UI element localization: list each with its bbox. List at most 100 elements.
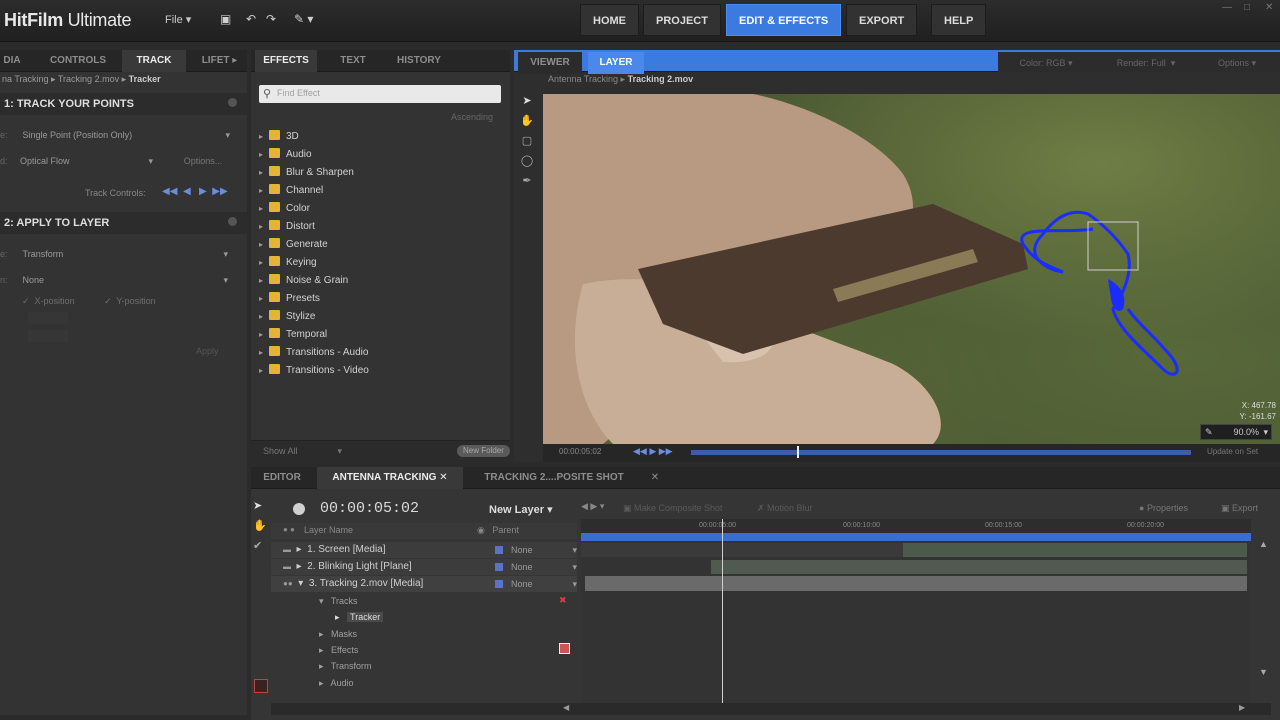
category-generate[interactable]: ▸ Generate	[259, 236, 328, 254]
section-apply-to-layer[interactable]: 2: APPLY TO LAYER	[0, 212, 247, 234]
sort-bar[interactable]: Ascending	[259, 112, 501, 126]
section1-toggle-icon[interactable]	[228, 98, 237, 107]
parent-dropdown[interactable]: None ▾	[495, 560, 585, 574]
visibility-icon[interactable]: ▬	[283, 562, 291, 571]
clip-tracking-mov[interactable]	[585, 576, 1247, 591]
tab-controls[interactable]: CONTROLS	[38, 50, 118, 72]
undo-icon[interactable]: ↶	[246, 12, 256, 26]
tab-close-icon[interactable]: ✕	[645, 467, 665, 489]
timeline-select-icon[interactable]: ➤	[253, 499, 269, 519]
new-layer-dropdown[interactable]: New Layer ▾	[489, 503, 553, 516]
parent-dropdown[interactable]: None ▾	[495, 577, 585, 591]
category-distort[interactable]: ▸ Distort	[259, 218, 315, 236]
visibility-icon[interactable]: ▬	[283, 545, 291, 554]
save-icon[interactable]: ▣	[220, 12, 231, 26]
update-button[interactable]: Update on Set	[1207, 447, 1258, 456]
mask-tool-icon[interactable]: ▢	[518, 134, 536, 154]
category-noise-grain[interactable]: ▸ Noise & Grain	[259, 272, 348, 290]
close-icon[interactable]: ✕	[1265, 2, 1273, 13]
parent-header[interactable]: ◉ Parent	[477, 525, 519, 536]
hand-tool-icon[interactable]: ✋	[518, 114, 536, 134]
pen-tool-icon[interactable]: ✒	[518, 174, 536, 194]
zoom-dropdown[interactable]: ✎ 90.0% ▾	[1200, 424, 1272, 440]
timeline-tracks[interactable]: 00:00:05:00 00:00:10:00 00:00:15:00 00:0…	[581, 519, 1251, 709]
tracker-item[interactable]: ▸ Tracker	[335, 609, 384, 625]
nav-edit-effects[interactable]: EDIT & EFFECTS	[726, 4, 842, 36]
tab-lifetime[interactable]: LIFET ▸	[192, 50, 247, 72]
tracks-group[interactable]: ▾ Tracks	[319, 593, 358, 609]
tab-antenna-tracking[interactable]: ANTENNA TRACKING ✕	[317, 467, 463, 489]
scroll-right-icon[interactable]: ▶	[1239, 703, 1245, 712]
tab-editor[interactable]: EDITOR	[255, 467, 309, 489]
clip-blinking-light[interactable]	[711, 560, 1247, 574]
effects-group[interactable]: ▸ Effects	[319, 642, 358, 658]
track-back-all-icon[interactable]: ◀◀	[162, 186, 177, 197]
track-marker-icon[interactable]: ✖	[559, 595, 567, 606]
visibility-icon[interactable]: ●●	[283, 579, 293, 588]
layer-name-header[interactable]: Layer Name	[304, 525, 353, 535]
tab-layer[interactable]: LAYER	[588, 52, 644, 74]
clip-screen[interactable]	[581, 543, 903, 557]
apply-button[interactable]: Apply	[196, 346, 219, 356]
track-forward-all-icon[interactable]: ▶▶	[212, 186, 227, 197]
track-type-dropdown[interactable]: e: Single Point (Position Only) ▾	[0, 126, 240, 144]
timeline-hand-icon[interactable]: ✋	[253, 519, 269, 539]
effects-search-input[interactable]: ⚲ Find Effect	[259, 85, 501, 103]
track-forward-icon[interactable]: ▶	[199, 186, 207, 197]
tab-effects[interactable]: EFFECTS	[255, 50, 317, 72]
zoom-tool-icon[interactable]: ◯	[518, 154, 536, 174]
method-dropdown[interactable]: d: Optical Flow ▾	[0, 152, 155, 170]
tab-track[interactable]: TRACK	[122, 50, 186, 72]
nav-home[interactable]: HOME	[580, 4, 639, 36]
audio-icon[interactable]	[254, 679, 268, 693]
tab-viewer[interactable]: VIEWER	[518, 52, 582, 74]
properties-button[interactable]: ● Properties	[1139, 503, 1188, 513]
timeline-nav-icons[interactable]: ◀ ▶ ▾	[581, 501, 604, 512]
y-position-checkbox[interactable]: ✓ Y-position	[104, 296, 156, 307]
render-dropdown[interactable]: Render: Full ▾	[1098, 52, 1194, 74]
record-icon[interactable]	[293, 503, 305, 515]
parent-dropdown[interactable]: None ▾	[495, 543, 585, 557]
effects-add-icon[interactable]	[559, 643, 570, 654]
nav-export[interactable]: EXPORT	[846, 4, 918, 36]
apply-target-dropdown[interactable]: n: None ▾	[0, 271, 240, 289]
category-stylize[interactable]: ▸ Stylize	[259, 308, 315, 326]
tab-history[interactable]: HISTORY	[389, 50, 449, 72]
scroll-up-icon[interactable]: ▲	[1259, 539, 1273, 559]
select-tool-icon[interactable]: ➤	[518, 94, 536, 114]
apply-mode-dropdown[interactable]: e: Transform ▾	[0, 245, 240, 263]
nav-help[interactable]: HELP	[931, 4, 987, 36]
video-frame[interactable]: X: 467.78 Y: -161.67	[543, 94, 1280, 444]
tools-icon[interactable]: ✎ ▾	[294, 12, 313, 26]
category-blur-sharpen[interactable]: ▸ Blur & Sharpen	[259, 164, 354, 182]
motion-blur-button[interactable]: ✗ Motion Blur	[757, 503, 813, 514]
category-color[interactable]: ▸ Color	[259, 200, 310, 218]
category-transitions-video[interactable]: ▸ Transitions - Video	[259, 362, 369, 380]
category-audio[interactable]: ▸ Audio	[259, 146, 312, 164]
category-channel[interactable]: ▸ Channel	[259, 182, 323, 200]
category-3d[interactable]: ▸ 3D	[259, 128, 299, 146]
time-ruler[interactable]: 00:00:05:00 00:00:10:00 00:00:15:00 00:0…	[581, 519, 1251, 533]
audio-group[interactable]: ▸ Audio	[319, 675, 354, 691]
category-keying[interactable]: ▸ Keying	[259, 254, 317, 272]
viewer-playhead[interactable]	[797, 446, 799, 458]
category-transitions-audio[interactable]: ▸ Transitions - Audio	[259, 344, 368, 362]
minimize-icon[interactable]: —	[1222, 2, 1232, 13]
timeline-playhead[interactable]	[722, 519, 723, 709]
timeline-timecode[interactable]: 00:00:05:02	[320, 500, 419, 517]
clip-screen-tail[interactable]	[903, 543, 1247, 557]
scroll-left-icon[interactable]: ◀	[563, 703, 569, 712]
make-composite-button[interactable]: ▣ Make Composite Shot	[623, 503, 723, 514]
category-temporal[interactable]: ▸ Temporal	[259, 326, 327, 344]
tab-tracking-composite[interactable]: TRACKING 2....POSITE SHOT	[473, 467, 635, 489]
horizontal-scrollbar[interactable]: ◀ ▶	[271, 703, 1271, 715]
tab-text[interactable]: TEXT	[329, 50, 377, 72]
work-area-bar[interactable]	[581, 533, 1251, 541]
maximize-icon[interactable]: □	[1244, 2, 1250, 13]
category-presets[interactable]: ▸ Presets	[259, 290, 320, 308]
transform-group[interactable]: ▸ Transform	[319, 658, 372, 674]
section-track-points[interactable]: 1: TRACK YOUR POINTS	[0, 93, 247, 115]
x-position-checkbox[interactable]: ✓ X-position	[22, 296, 75, 307]
color-dropdown[interactable]: Color: RGB ▾	[1004, 52, 1088, 74]
scroll-down-icon[interactable]: ▼	[1259, 667, 1273, 687]
